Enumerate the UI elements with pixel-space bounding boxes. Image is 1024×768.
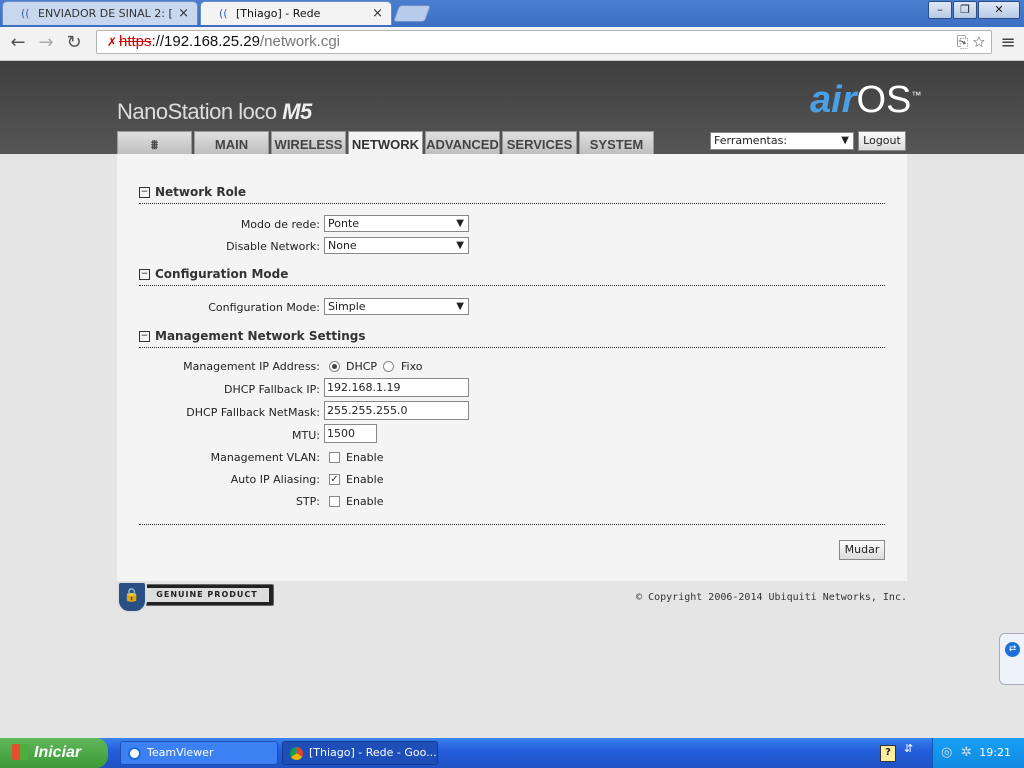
forward-icon[interactable]: → [34,31,58,55]
collapse-icon[interactable]: − [139,331,150,342]
section-title: Configuration Mode [155,267,289,281]
section-configuration-mode: − Configuration Mode [139,267,885,286]
section-management-network: − Management Network Settings [139,329,885,348]
section-network-role: − Network Role [139,185,885,204]
logout-button[interactable]: Logout [858,131,906,151]
dropdown-arrow-icon: ▼ [456,218,464,229]
new-tab-button[interactable] [392,5,432,22]
url-host: ://192.168.25.29 [151,33,260,50]
minimize-button[interactable]: – [928,1,952,19]
auto-ip-aliasing-option: Enable [346,473,384,486]
disable-network-label: Disable Network: [226,240,320,253]
fixed-radio-label: Fixo [401,360,423,373]
teamviewer-icon [128,747,141,760]
collapse-icon[interactable]: − [139,269,150,280]
tab-advanced[interactable]: ADVANCED [425,131,500,155]
fallback-ip-input[interactable]: 192.168.1.19 [324,378,469,397]
fixed-radio[interactable] [383,361,394,372]
browser-tab-rede[interactable]: (( [Thiago] - Rede × [200,1,392,25]
change-button[interactable]: Mudar [839,540,885,560]
copyright-text: © Copyright 2006-2014 Ubiquiti Networks,… [636,592,907,603]
mtu-input[interactable]: 1500 [324,424,377,443]
tools-select[interactable]: Ferramentas: ▼ [710,132,854,150]
fallback-ip-label: DHCP Fallback IP: [224,383,320,396]
fallback-netmask-label: DHCP Fallback NetMask: [186,406,320,419]
network-icon[interactable]: ⇵ [904,742,913,755]
dhcp-radio-label: DHCP [346,360,378,373]
update-icon[interactable]: ✲ [961,745,972,760]
auto-ip-aliasing-checkbox[interactable]: ✓ [329,474,340,485]
mtu-label: MTU: [292,429,320,442]
windows-taskbar: Iniciar TeamViewer [Thiago] - Rede - Goo… [0,738,1024,768]
collapse-icon[interactable]: − [139,187,150,198]
teamviewer-icon: ⇄ [1005,642,1020,657]
tab-services[interactable]: SERVICES [502,131,577,155]
browser-tab-enviador[interactable]: (( ENVIADOR DE SINAL 2: [Nar × [2,1,198,25]
tab-title: [Thiago] - Rede [236,7,321,20]
page-content: NanoStation loco M5 airOS™ ⩩ MAIN WIRELE… [0,61,1024,738]
restore-button[interactable]: ❐ [953,1,977,19]
ubiquiti-logo-icon: ⩩ [151,137,158,152]
section-title: Network Role [155,185,247,199]
network-mode-label: Modo de rede: [240,218,320,231]
tab-ubiquiti-logo[interactable]: ⩩ [117,131,192,155]
dropdown-arrow-icon: ▼ [841,135,849,146]
url-path: /network.cgi [259,33,341,50]
management-vlan-checkbox[interactable] [329,452,340,463]
settings-panel: − Network Role Modo de rede: Ponte ▼ Disa… [117,154,907,581]
genuine-product-badge: 🔒 GENUINE PRODUCT [117,581,274,613]
tab-title: ENVIADOR DE SINAL 2: [Nar [38,7,172,20]
dhcp-radio[interactable] [329,361,340,372]
url-scheme: https [119,33,152,50]
bookmark-star-icon[interactable]: ☆ [973,34,985,51]
taskbar-button-teamviewer[interactable]: TeamViewer [120,741,278,765]
stp-option: Enable [346,495,384,508]
config-mode-select[interactable]: Simple ▼ [324,298,469,315]
disable-network-select[interactable]: None ▼ [324,237,469,254]
teamviewer-side-panel[interactable]: ⇄ [999,633,1024,685]
management-ip-label: Management IP Address: [183,360,320,373]
stp-label: STP: [295,495,320,508]
tab-wireless[interactable]: WIRELESS [271,131,346,155]
management-vlan-label: Management VLAN: [210,451,320,464]
dropdown-arrow-icon: ▼ [456,240,464,251]
help-icon[interactable]: ? [880,745,896,762]
divider [139,524,885,525]
address-bar[interactable]: ✗ https://192.168.25.29/network.cgi ⎘ ☆ [96,30,992,54]
section-title: Management Network Settings [155,329,366,343]
product-logo: NanoStation loco M5 [117,99,312,124]
airos-logo: airOS™ [810,79,922,121]
tab-main[interactable]: MAIN [194,131,269,155]
tab-system[interactable]: SYSTEM [579,131,654,155]
menu-icon[interactable]: ≡ [998,31,1018,55]
wifi-icon: (( [21,7,30,20]
browser-toolbar: ← → ↻ ✗ https://192.168.25.29/network.cgi… [0,27,1024,61]
taskbar-button-chrome[interactable]: [Thiago] - Rede - Goo... [282,741,438,765]
system-tray: ◎ ✲ 19:21 [932,738,1024,768]
dropdown-arrow-icon: ▼ [456,301,464,312]
lock-shield-icon: 🔒 [117,581,147,613]
start-button[interactable]: Iniciar [0,738,108,768]
network-mode-select[interactable]: Ponte ▼ [324,215,469,232]
insecure-lock-icon: ✗ [107,35,118,49]
chrome-icon [290,747,303,760]
window-close-button[interactable]: ✕ [978,1,1020,19]
clock: 19:21 [979,746,1011,759]
close-icon[interactable]: × [372,6,383,21]
reload-icon[interactable]: ↻ [62,31,86,55]
security-icon[interactable]: ◎ [941,745,952,760]
tab-network[interactable]: NETWORK [348,131,423,156]
back-icon[interactable]: ← [6,31,30,55]
browser-tab-bar: (( ENVIADOR DE SINAL 2: [Nar × (( [Thiag… [0,0,1024,27]
auto-ip-aliasing-label: Auto IP Aliasing: [230,473,320,486]
management-vlan-option: Enable [346,451,384,464]
stp-checkbox[interactable] [329,496,340,507]
fallback-netmask-input[interactable]: 255.255.255.0 [324,401,469,420]
close-icon[interactable]: × [178,6,189,21]
config-mode-label: Configuration Mode: [208,301,320,314]
windows-logo-icon [12,744,28,760]
wifi-icon: (( [219,7,228,20]
translate-icon[interactable]: ⎘ [957,34,969,51]
